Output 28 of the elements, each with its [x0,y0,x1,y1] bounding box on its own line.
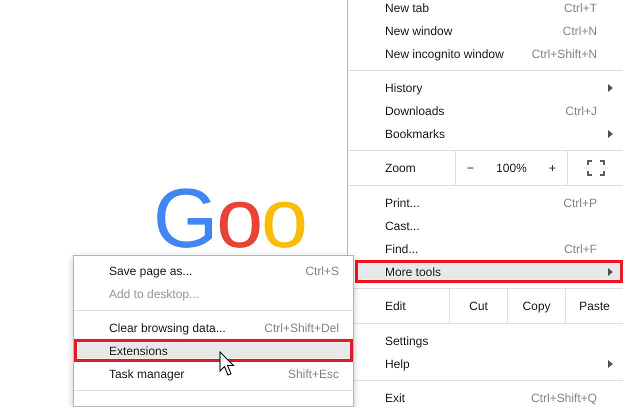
zoom-value: 100% [496,160,527,177]
edit-button[interactable]: Paste [565,289,623,323]
fullscreen-icon[interactable] [586,160,604,176]
menu-item[interactable]: History [355,76,623,99]
menu-item[interactable]: Cast... [355,214,623,237]
menu-item[interactable]: Clear browsing data... Ctrl+Shift+Del [74,316,353,339]
mouse-cursor-icon [219,351,235,377]
menu-item[interactable]: New incognito window Ctrl+Shift+N [355,42,623,65]
menu-item[interactable]: Extensions [74,339,353,362]
edit-button[interactable]: Cut [449,289,507,323]
edit-label: Edit [384,298,407,315]
menu-item[interactable]: Print... Ctrl+P [355,191,623,214]
menu-item[interactable]: More tools [355,260,623,283]
zoom-label: Zoom [384,160,417,177]
edit-button[interactable]: Copy [507,289,565,323]
zoom-in-button[interactable]: + [548,159,556,177]
menu-item[interactable]: New window Ctrl+N [355,19,623,42]
menu-item[interactable]: New tab Ctrl+T [355,0,623,19]
menu-item[interactable]: Help [355,352,623,375]
logo-text: Goo [153,176,306,260]
menu-item[interactable]: Exit Ctrl+Shift+Q [355,386,623,407]
menu-item[interactable]: Bookmarks [355,122,623,145]
menu-item[interactable]: Downloads Ctrl+J [355,99,623,122]
menu-item[interactable]: Settings [355,329,623,352]
zoom-out-button[interactable]: − [467,159,474,177]
menu-item[interactable]: Task manager Shift+Esc [74,362,353,385]
menu-item[interactable]: Find... Ctrl+F [355,237,623,260]
menu-item[interactable]: Save page as... Ctrl+S [74,259,353,282]
